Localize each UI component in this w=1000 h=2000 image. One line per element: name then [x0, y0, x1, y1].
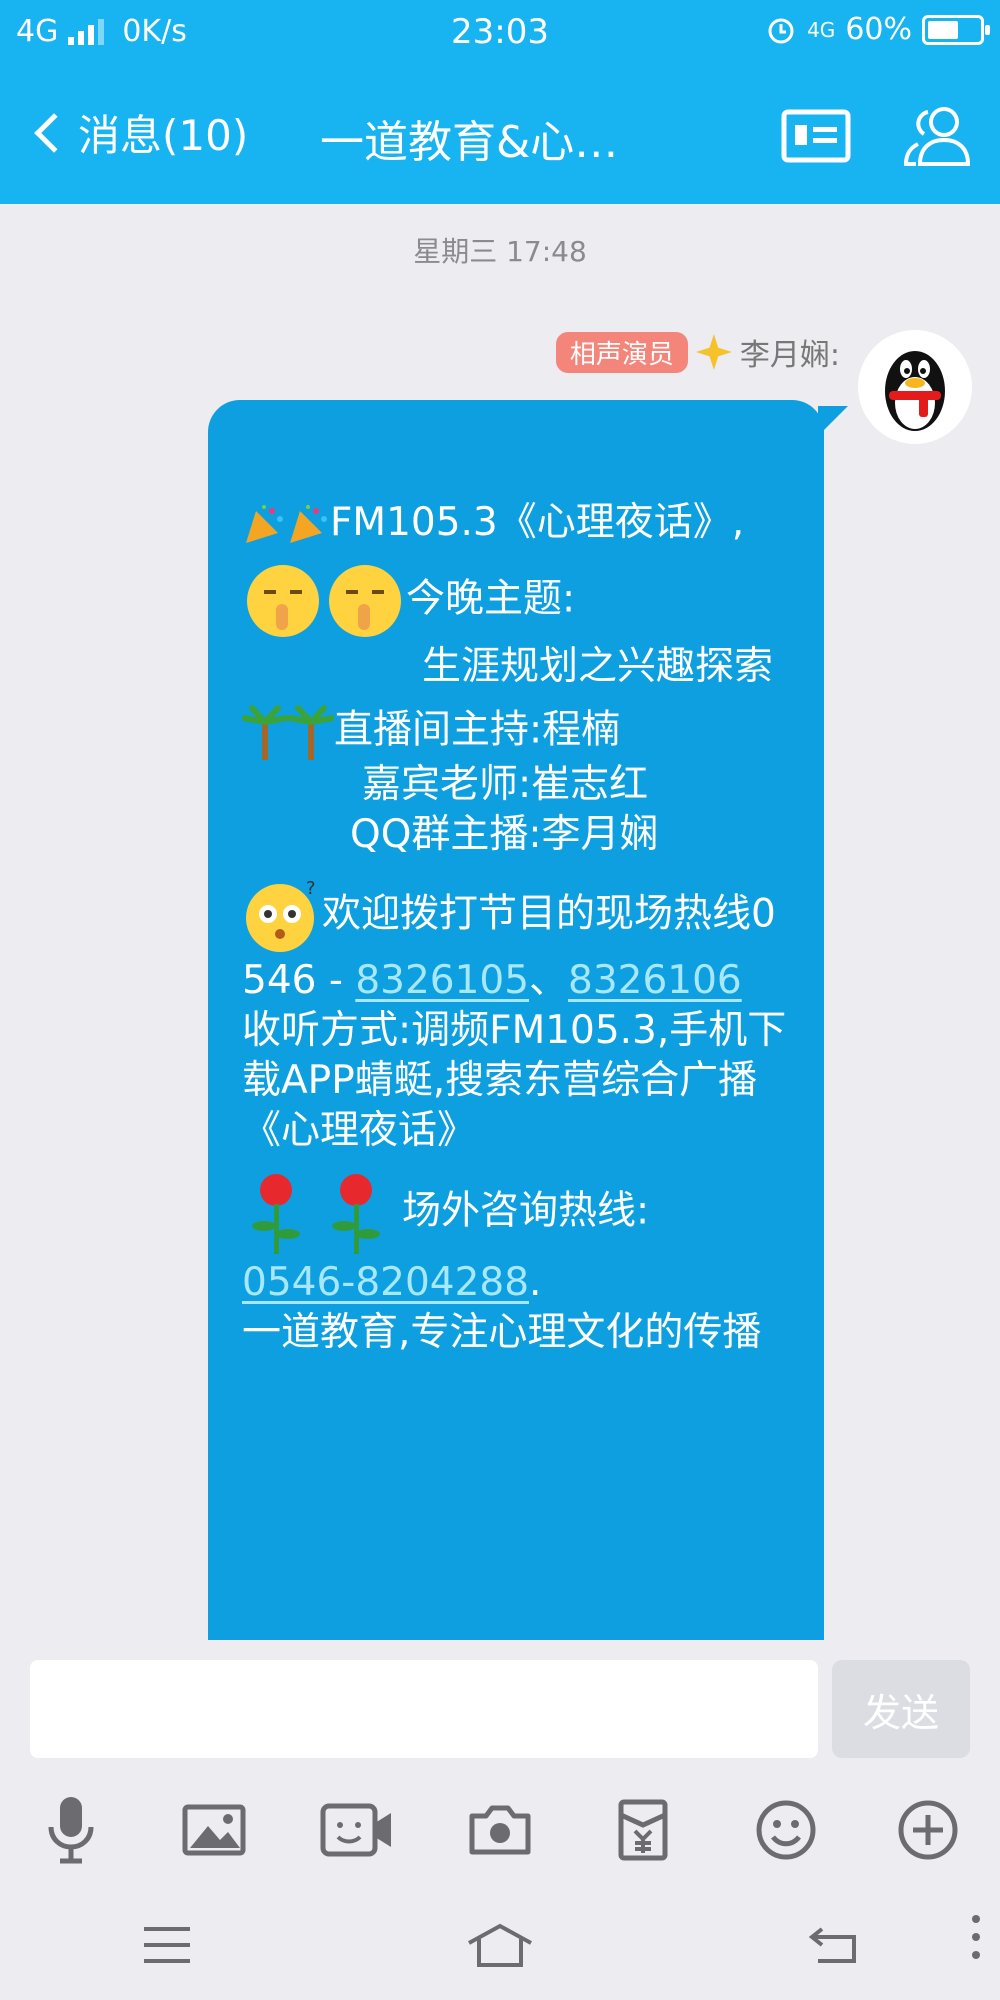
phone-link-8204288[interactable]: 0546-8204288	[242, 1260, 529, 1305]
back-button[interactable]: 消息(10)	[26, 102, 248, 163]
qq-anchor-text: QQ群主播:李月娴	[350, 812, 659, 857]
group-members-icon	[903, 107, 971, 166]
party-popper-icon	[290, 504, 327, 543]
back-nav-button[interactable]	[788, 1910, 878, 1980]
battery-icon	[922, 14, 990, 45]
emoji-icon	[756, 1800, 816, 1860]
confused-emoji-icon: ?	[246, 878, 316, 952]
video-call-button[interactable]	[317, 1790, 397, 1870]
back-label: 消息(10)	[78, 111, 249, 160]
sim-network-label: 4G	[807, 17, 836, 42]
input-row: 发送	[0, 1640, 1000, 1760]
palm-tree-icon	[242, 705, 288, 760]
consult-hotline-label: 场外咨询热线:	[402, 1188, 650, 1234]
profile-card-icon	[781, 109, 851, 163]
message-line-2: 今晚主题: 生涯规划之兴趣探索	[242, 560, 794, 692]
message-line-1: FM105.3《心理夜话》,	[242, 498, 794, 548]
message-input[interactable]	[30, 1660, 818, 1758]
period: .	[529, 1260, 542, 1305]
host-text: 直播间主持:程楠	[334, 707, 621, 753]
program-title-text: FM105.3《心理夜话》,	[330, 500, 745, 545]
system-nav-bar	[0, 1890, 1000, 2000]
message-line-6: 场外咨询热线: 0546-8204288. 一道教育,专注心理文化的传播	[242, 1168, 794, 1358]
star-icon	[695, 334, 732, 370]
topic-value: 生涯规划之兴趣探索	[422, 644, 774, 689]
slogan-text: 一道教育,专注心理文化的传播	[242, 1310, 762, 1355]
rose-icon	[332, 1174, 380, 1254]
sender-info: 相声演员 李月娴:	[555, 330, 840, 374]
back-icon	[809, 1927, 857, 1963]
shush-emoji-icon	[247, 565, 319, 637]
plus-icon	[898, 1800, 958, 1860]
red-packet-icon	[618, 1799, 668, 1861]
red-packet-button[interactable]	[603, 1790, 683, 1870]
separator: 、	[529, 958, 569, 1003]
rose-icon	[252, 1174, 300, 1254]
guest-text: 嘉宾老师:崔志红	[362, 762, 649, 807]
party-popper-icon	[246, 504, 283, 543]
listen-method-text: 收听方式:调频FM105.3,手机下载APP蜻蜓,搜索东营综合广播《心理夜话》	[242, 1008, 787, 1153]
topic-label: 今晚主题:	[406, 576, 576, 622]
svg-text:?: ?	[306, 878, 316, 899]
chat-title: 一道教育&心…	[320, 117, 619, 168]
status-bar: 4G 0K/s 23:03 4G 60%	[0, 0, 1000, 66]
sender-title-badge: 相声演员	[555, 331, 688, 373]
shush-emoji-icon	[329, 565, 401, 637]
chat-header: 消息(10) 一道教育&心…	[0, 66, 1000, 204]
more-button[interactable]	[888, 1790, 968, 1870]
chevron-left-icon	[34, 112, 74, 153]
phone-link-8326105[interactable]: 8326105	[355, 958, 529, 1003]
message-bubble[interactable]: FM105.3《心理夜话》, 今晚主题: 生涯规划之兴趣探索 直播间主持:程楠嘉宾…	[208, 400, 824, 1642]
video-icon	[320, 1803, 392, 1857]
battery-fill	[928, 20, 958, 39]
profile-card-button[interactable]	[776, 96, 856, 176]
message-timestamp: 星期三 17:48	[413, 235, 587, 268]
emoji-button[interactable]	[746, 1790, 826, 1870]
message-line-4: ? 欢迎拨打节目的现场热线0546 - 8326105、8326106 收听方式:调…	[242, 876, 794, 1156]
group-members-button[interactable]	[898, 96, 978, 176]
avatar[interactable]	[858, 330, 972, 444]
camera-button[interactable]	[460, 1790, 540, 1870]
battery-text: 60%	[845, 12, 912, 47]
message-line-3: 直播间主持:程楠嘉宾老师:崔志红 QQ群主播:李月娴	[242, 704, 794, 860]
microphone-icon	[48, 1797, 94, 1864]
penguin-icon	[885, 351, 945, 431]
status-right: 4G 60%	[765, 12, 990, 47]
alarm-icon	[768, 18, 794, 43]
picture-icon	[182, 1804, 246, 1856]
chat-toolbar	[0, 1780, 1000, 1880]
palm-tree-icon	[288, 705, 334, 760]
home-icon	[468, 1923, 532, 1967]
phone-link-8326106[interactable]: 8326106	[568, 958, 742, 1003]
menu-icon	[143, 1927, 190, 1963]
more-dots-icon[interactable]	[972, 1915, 980, 1959]
send-button[interactable]: 发送	[832, 1660, 970, 1758]
sender-name: 李月娴:	[739, 338, 840, 373]
home-nav-button[interactable]	[455, 1910, 545, 1980]
camera-icon	[469, 1805, 531, 1855]
voice-button[interactable]	[31, 1790, 111, 1870]
menu-nav-button[interactable]	[122, 1910, 212, 1980]
photo-button[interactable]	[174, 1790, 254, 1870]
